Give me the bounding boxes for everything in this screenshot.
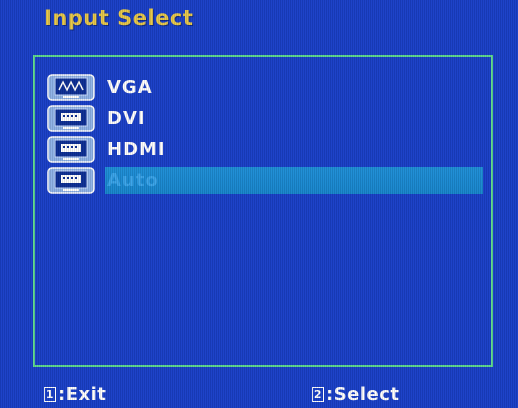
input-option-label: DVI (107, 108, 146, 129)
dvi-monitor-icon (47, 105, 97, 132)
vga-monitor-icon (47, 74, 97, 101)
input-option-label: Auto (105, 167, 483, 194)
page-title: Input Select (44, 6, 194, 30)
key-1-icon: 1 (44, 387, 56, 402)
exit-hint[interactable]: 1 :Exit (44, 384, 106, 405)
input-list-panel: VGA DVI HDMI Auto (33, 55, 493, 367)
input-option-auto[interactable]: Auto (47, 165, 487, 196)
input-option-label: VGA (107, 77, 153, 98)
hdmi-monitor-icon (47, 136, 97, 163)
input-option-vga[interactable]: VGA (47, 72, 487, 103)
input-option-dvi[interactable]: DVI (47, 103, 487, 134)
key-2-icon: 2 (312, 387, 324, 402)
input-option-hdmi[interactable]: HDMI (47, 134, 487, 165)
select-hint[interactable]: 2 :Select (312, 384, 400, 405)
auto-monitor-icon (47, 167, 97, 194)
exit-label: :Exit (58, 384, 107, 405)
input-option-label: HDMI (107, 139, 166, 160)
input-list: VGA DVI HDMI Auto (47, 72, 487, 196)
select-label: :Select (326, 384, 400, 405)
